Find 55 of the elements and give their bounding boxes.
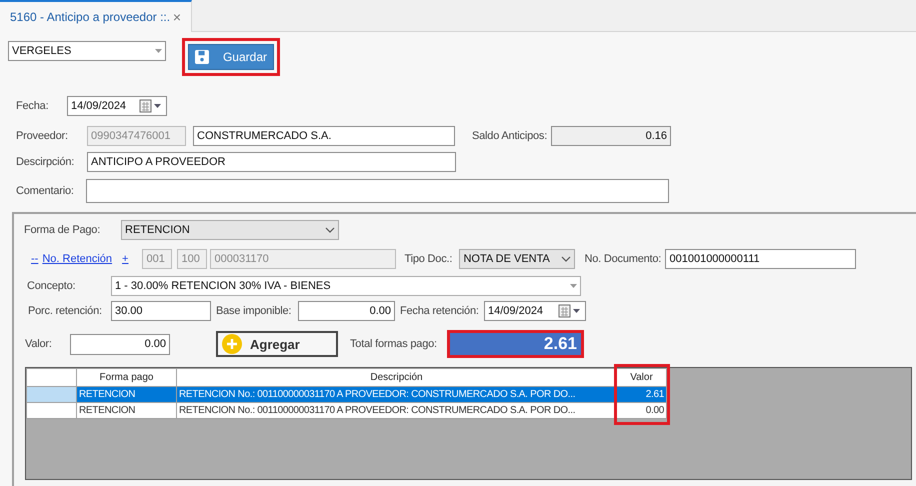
collapse-link[interactable]: -- bbox=[31, 253, 38, 265]
add-button[interactable]: Agregar bbox=[216, 331, 338, 357]
table-cell: RETENCION bbox=[76, 386, 176, 402]
field-label: No. Documento: bbox=[584, 253, 662, 265]
table-cell: 2.61 bbox=[616, 386, 666, 402]
table-cell: 0.00 bbox=[616, 402, 666, 418]
field-label: Proveedor: bbox=[16, 130, 69, 142]
field-label: Tipo Doc.: bbox=[404, 253, 454, 265]
table-cell: RETENCION bbox=[76, 402, 176, 418]
date-field[interactable]: 14/09/2024 bbox=[484, 301, 586, 321]
chevron-down-icon bbox=[325, 227, 335, 233]
field-label: Valor: bbox=[25, 338, 53, 350]
field-label: Concepto: bbox=[27, 280, 76, 292]
description-field[interactable]: ANTICIPO A PROVEEDOR bbox=[87, 152, 456, 172]
field-label: Comentario: bbox=[16, 185, 75, 197]
field-label: Descirpción: bbox=[16, 156, 76, 168]
field-label: Fecha retención: bbox=[400, 305, 480, 317]
floppy-icon bbox=[195, 49, 209, 65]
taxable-base-field[interactable]: 0.00 bbox=[298, 301, 395, 321]
concept-dropdown[interactable]: 1 - 30.00% RETENCION 30% IVA - BIENES bbox=[111, 276, 581, 296]
document-tab[interactable]: 5160 - Anticipo a proveedor ::. × bbox=[0, 0, 192, 32]
document-number-field[interactable]: 001001000000111 bbox=[665, 249, 856, 269]
caret-icon bbox=[570, 284, 577, 288]
field-label: Total formas pago: bbox=[350, 338, 438, 350]
branch-dropdown[interactable]: VERGELES bbox=[8, 41, 166, 61]
calendar-icon bbox=[139, 99, 163, 113]
field-label: Base imponible: bbox=[216, 305, 292, 317]
row-selector[interactable] bbox=[26, 386, 76, 402]
total-field[interactable]: 2.61 bbox=[450, 333, 581, 355]
amount-field[interactable]: 0.00 bbox=[70, 334, 170, 354]
comment-field[interactable] bbox=[86, 179, 669, 203]
field-label: Fecha: bbox=[16, 100, 50, 112]
column-header[interactable]: Descripción bbox=[176, 368, 616, 386]
close-icon[interactable]: × bbox=[172, 9, 181, 25]
balance-field[interactable]: 0.16 bbox=[551, 126, 671, 146]
supplier-name-field[interactable]: CONSTRUMERCADO S.A. bbox=[193, 126, 455, 146]
document-type-dropdown[interactable]: NOTA DE VENTA bbox=[459, 249, 576, 269]
retention-number-link[interactable]: No. Retención bbox=[42, 253, 112, 265]
column-header[interactable]: Forma pago bbox=[76, 368, 176, 386]
field-label: Porc. retención: bbox=[28, 305, 103, 317]
chevron-down-icon bbox=[561, 256, 572, 262]
column-header[interactable]: Valor bbox=[616, 368, 666, 386]
table-cell: RETENCION No.: 001100000031170 A PROVEEDOR: CONSTRUMERCADO S.A. POR DO... bbox=[176, 386, 616, 402]
plus-circle-icon bbox=[222, 334, 242, 354]
caret-icon bbox=[155, 49, 162, 53]
row-selector[interactable] bbox=[26, 402, 76, 418]
payment-method-dropdown[interactable]: RETENCION bbox=[121, 220, 339, 240]
retention-percent-field[interactable]: 30.00 bbox=[111, 301, 211, 321]
field-label: Forma de Pago: bbox=[24, 224, 102, 236]
calendar-icon bbox=[558, 304, 582, 318]
date-field[interactable]: 14/09/2024 bbox=[67, 96, 167, 116]
add-link[interactable]: + bbox=[122, 253, 128, 265]
save-button[interactable]: Guardar bbox=[188, 44, 274, 70]
table-cell: RETENCION No.: 001100000031170 A PROVEEDOR: CONSTRUMERCADO S.A. POR DO... bbox=[176, 402, 616, 418]
field-label: Saldo Anticipos: bbox=[472, 130, 548, 142]
